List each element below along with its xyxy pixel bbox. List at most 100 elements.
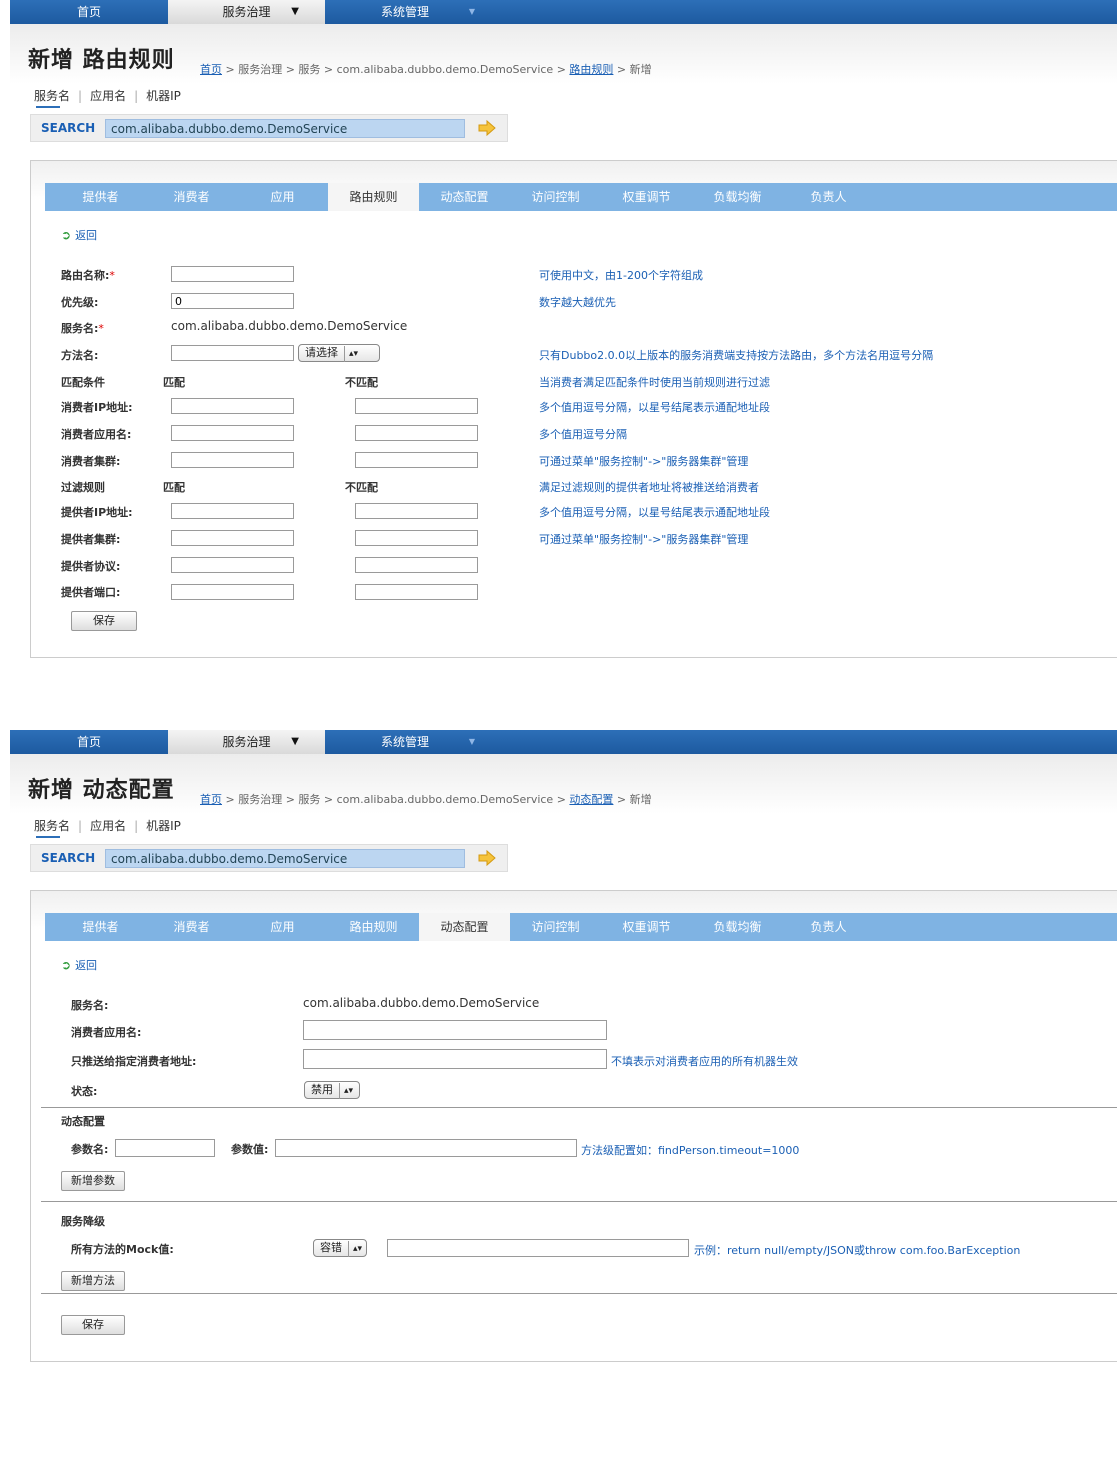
consumer-app-nomatch-input[interactable] [355, 425, 478, 441]
tab-loadbalance[interactable]: 负载均衡 [692, 913, 783, 941]
dropdown-caret-icon: ▼ [291, 6, 299, 17]
search-tab-app[interactable]: 应用名 [90, 89, 126, 103]
tab-overrides[interactable]: 动态配置 [419, 913, 510, 941]
provider-cluster-match-input[interactable] [171, 530, 294, 546]
search-tab-ip[interactable]: 机器IP [146, 89, 181, 103]
provider-cluster-hint: 可通过菜单"服务控制"->"服务器集群"管理 [539, 533, 749, 546]
nav-home[interactable]: 首页 [10, 0, 168, 24]
breadcrumb-home-link[interactable]: 首页 [200, 63, 222, 76]
filter-rule-label: 过滤规则 [61, 481, 105, 494]
back-arrow-icon: ➲ [61, 228, 72, 242]
back-link[interactable]: ➲ 返回 [61, 957, 97, 973]
nav-system-management[interactable]: 系统管理 ▼ [325, 730, 485, 754]
param-name-input[interactable] [115, 1139, 215, 1157]
provider-cluster-nomatch-input[interactable] [355, 530, 478, 546]
mock-hint: 示例：return null/empty/JSON或throw com.foo.… [694, 1244, 1021, 1257]
provider-ip-nomatch-input[interactable] [355, 503, 478, 519]
status-select[interactable]: 禁用 ▴▾ [304, 1081, 360, 1099]
content-box: 提供者 消费者 应用 路由规则 动态配置 访问控制 权重调节 负载均衡 负责人 … [30, 890, 1117, 1362]
param-name-label: 参数名: [71, 1143, 109, 1156]
search-input[interactable] [105, 119, 465, 138]
breadcrumb-override-link[interactable]: 动态配置 [569, 793, 613, 806]
provider-ip-label: 提供者IP地址: [61, 506, 133, 519]
tab-routes[interactable]: 路由规则 [328, 183, 419, 211]
tab-consumers[interactable]: 消费者 [146, 913, 237, 941]
tab-loadbalance[interactable]: 负载均衡 [692, 183, 783, 211]
consumer-ip-nomatch-input[interactable] [355, 398, 478, 414]
tab-consumers[interactable]: 消费者 [146, 183, 237, 211]
search-box: SEARCH [30, 114, 508, 142]
section-divider [41, 1107, 1117, 1108]
provider-cluster-label: 提供者集群: [61, 533, 121, 546]
tab-providers[interactable]: 提供者 [55, 913, 146, 941]
tab-applications[interactable]: 应用 [237, 183, 328, 211]
save-button[interactable]: 保存 [71, 611, 137, 631]
page-title: 新增 动态配置 [28, 778, 175, 803]
page-title: 新增 路由规则 [28, 48, 175, 73]
provider-ip-match-input[interactable] [171, 503, 294, 519]
consumer-app-match-input[interactable] [171, 425, 294, 441]
tab-access[interactable]: 访问控制 [510, 183, 601, 211]
section-divider [41, 1201, 1117, 1202]
service-value: com.alibaba.dubbo.demo.DemoService [303, 996, 540, 1010]
add-method-button[interactable]: 新增方法 [61, 1271, 125, 1291]
breadcrumb-home-link[interactable]: 首页 [200, 793, 222, 806]
param-value-input[interactable] [275, 1139, 577, 1157]
select-arrows-icon: ▴▾ [339, 1083, 353, 1099]
tab-access[interactable]: 访问控制 [510, 913, 601, 941]
match-condition-hint: 当消费者满足匹配条件时使用当前规则进行过滤 [539, 376, 770, 389]
provider-protocol-match-input[interactable] [171, 557, 294, 573]
tab-owners[interactable]: 负责人 [783, 913, 874, 941]
nav-system-management[interactable]: 系统管理 ▼ [325, 0, 485, 24]
breadcrumb-route-link[interactable]: 路由规则 [569, 63, 613, 76]
nav-service-governance-label: 服务治理 [222, 735, 271, 749]
consumer-app-input[interactable] [303, 1020, 607, 1040]
tab-providers[interactable]: 提供者 [55, 183, 146, 211]
tab-applications[interactable]: 应用 [237, 913, 328, 941]
breadcrumb-path: > 服务治理 > 服务 > com.alibaba.dubbo.demo.Dem… [222, 793, 570, 806]
save-button[interactable]: 保存 [61, 1315, 125, 1335]
search-tab-app[interactable]: 应用名 [90, 819, 126, 833]
back-link[interactable]: ➲ 返回 [61, 227, 97, 243]
nav-service-governance[interactable]: 服务治理 ▼ [168, 0, 325, 24]
back-arrow-icon: ➲ [61, 958, 72, 972]
search-tab-ip[interactable]: 机器IP [146, 819, 181, 833]
consumer-cluster-nomatch-input[interactable] [355, 452, 478, 468]
required-mark: * [98, 322, 104, 335]
push-address-input[interactable] [303, 1049, 607, 1069]
mock-select[interactable]: 容错 ▴▾ [313, 1239, 367, 1257]
provider-port-nomatch-input[interactable] [355, 584, 478, 600]
consumer-ip-match-input[interactable] [171, 398, 294, 414]
push-address-hint: 不填表示对消费者应用的所有机器生效 [611, 1055, 798, 1068]
tab-routes[interactable]: 路由规则 [328, 913, 419, 941]
mock-value-input[interactable] [387, 1239, 689, 1257]
tab-weights[interactable]: 权重调节 [601, 183, 692, 211]
consumer-cluster-label: 消费者集群: [61, 455, 121, 468]
provider-protocol-nomatch-input[interactable] [355, 557, 478, 573]
tab-weights[interactable]: 权重调节 [601, 913, 692, 941]
tab-overrides[interactable]: 动态配置 [419, 183, 510, 211]
dropdown-caret-icon: ▼ [468, 737, 475, 746]
tab-owners[interactable]: 负责人 [783, 183, 874, 211]
service-value: com.alibaba.dubbo.demo.DemoService [171, 319, 408, 333]
top-nav: 首页 服务治理 ▼ 系统管理 ▼ [10, 730, 1117, 754]
priority-input[interactable] [171, 293, 294, 309]
consumer-cluster-match-input[interactable] [171, 452, 294, 468]
nav-service-governance[interactable]: 服务治理 ▼ [168, 730, 325, 754]
search-tab-service[interactable]: 服务名 [34, 819, 70, 833]
nav-system-management-label: 系统管理 [380, 735, 429, 749]
search-tab-service[interactable]: 服务名 [34, 89, 70, 103]
route-name-input[interactable] [171, 266, 294, 282]
arrow-right-icon[interactable] [477, 119, 497, 137]
breadcrumb-tail: > 新增 [613, 793, 652, 806]
provider-port-match-input[interactable] [171, 584, 294, 600]
search-input[interactable] [105, 849, 465, 868]
nav-home[interactable]: 首页 [10, 730, 168, 754]
add-param-button[interactable]: 新增参数 [61, 1171, 125, 1191]
method-input[interactable] [171, 345, 294, 361]
search-box: SEARCH [30, 844, 508, 872]
method-select[interactable]: 请选择 ▴▾ [298, 344, 380, 362]
breadcrumb-path: > 服务治理 > 服务 > com.alibaba.dubbo.demo.Dem… [222, 63, 570, 76]
arrow-right-icon[interactable] [477, 849, 497, 867]
method-hint: 只有Dubbo2.0.0以上版本的服务消费端支持按方法路由，多个方法名用逗号分隔 [539, 349, 934, 362]
